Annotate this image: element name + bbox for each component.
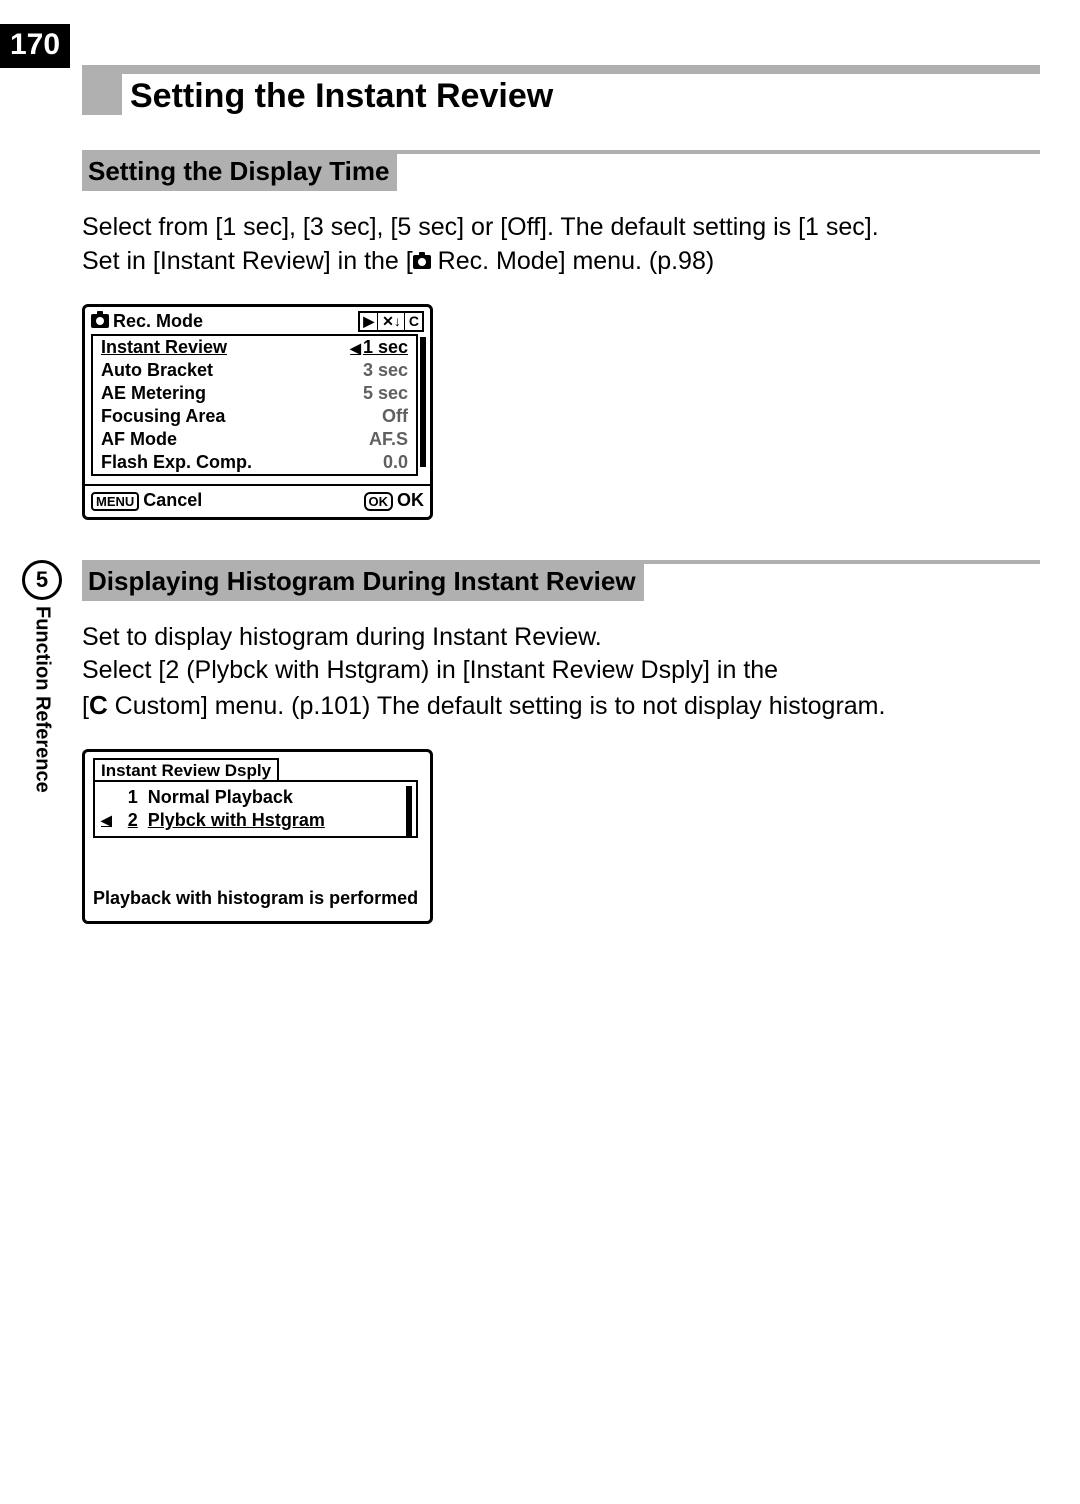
section-heading-text: Setting the Display Time [82,154,397,191]
playback-icon: ▶ [360,313,378,330]
row-label: Auto Bracket [101,360,213,381]
menu-header: Rec. Mode [91,311,203,332]
left-arrow-icon: ◀ [101,812,112,829]
cancel-label: Cancel [143,490,202,510]
section-heading-text: Displaying Histogram During Instant Revi… [82,564,644,601]
menu-tab-icons: ▶ ✕↓ C [358,311,424,332]
ok-button-icon[interactable]: OK [364,492,394,511]
row-label: Flash Exp. Comp. [101,452,252,473]
row-value: 1 sec [363,337,408,357]
menu-row-focusing-area[interactable]: Focusing Area Off [93,405,416,428]
body-line-2b: Rec. Mode] menu. (p.98) [431,247,714,275]
section-2-body: Set to display histogram during Instant … [82,621,1040,724]
scrollbar[interactable] [420,337,426,467]
title-bar: Setting the Instant Review [82,65,1040,115]
custom-row-plybck-hstgram[interactable]: ◀ 2 Plybck with Hstgram [95,809,416,832]
camera-icon [413,255,431,269]
menu-row-auto-bracket[interactable]: Auto Bracket 3 sec [93,359,416,382]
menu-button-icon[interactable]: MENU [91,492,139,511]
rec-mode-menu: Rec. Mode ▶ ✕↓ C Instant Review ◀1 sec A… [82,304,433,520]
chapter-label: Function Reference [31,606,54,793]
section-1-body: Select from [1 sec], [3 sec], [5 sec] or… [82,211,1040,279]
title-decoration [82,65,122,115]
row-value: 5 sec [363,383,408,404]
custom-menu-tab: Instant Review Dsply [93,758,279,782]
tools-icon: ✕↓ [379,313,405,330]
section-2-heading: Displaying Histogram During Instant Revi… [82,560,1040,601]
body-line-1: Set to display histogram during Instant … [82,623,602,651]
scrollbar[interactable] [406,786,412,838]
custom-menu-description: Playback with histogram is performed [85,848,430,914]
row-label: Focusing Area [101,406,225,427]
body-line-3b: Custom] menu. (p.101) The default settin… [108,692,886,720]
page-title: Setting the Instant Review [122,74,1040,115]
custom-menu-list: ◀ 1 Normal Playback ◀ 2 Plybck with Hstg… [93,780,418,838]
row-value: AF.S [369,429,408,450]
page-number: 170 [0,24,70,68]
menu-footer: MENUCancel OKOK [85,484,430,517]
side-tab: 5 Function Reference [22,560,62,793]
row-label: AF Mode [101,429,177,450]
body-line-1: Select from [1 sec], [3 sec], [5 sec] or… [82,213,879,241]
row-label: Instant Review [101,337,227,358]
row-value: 3 sec [363,360,408,381]
camera-icon [91,314,109,328]
custom-row-normal-playback[interactable]: ◀ 1 Normal Playback [95,786,416,809]
section-1-heading: Setting the Display Time [82,150,1040,191]
left-arrow-icon: ◀ [350,340,361,356]
menu-row-flash-exp-comp[interactable]: Flash Exp. Comp. 0.0 [93,451,416,474]
ok-label: OK [397,490,424,510]
row-value: 0.0 [383,452,408,473]
menu-row-instant-review[interactable]: Instant Review ◀1 sec [93,336,416,359]
body-line-3a: [ [82,692,89,720]
custom-icon: C [406,313,422,330]
row-label: Normal Playback [148,787,293,808]
row-label: Plybck with Hstgram [148,810,325,831]
chapter-number-circle: 5 [22,560,62,600]
menu-row-af-mode[interactable]: AF Mode AF.S [93,428,416,451]
menu-list: Instant Review ◀1 sec Auto Bracket 3 sec… [91,334,418,476]
title-strip [122,65,1040,74]
row-label: AE Metering [101,383,206,404]
menu-row-ae-metering[interactable]: AE Metering 5 sec [93,382,416,405]
row-num: 1 [114,787,138,808]
row-value: Off [382,406,408,427]
body-line-2: Select [2 (Plybck with Hstgram) in [Inst… [82,656,778,684]
custom-menu: Instant Review Dsply ◀ 1 Normal Playback… [82,749,433,925]
page-content: Setting the Instant Review Setting the D… [82,0,1040,924]
row-num: 2 [114,810,138,831]
body-line-2a: Set in [Instant Review] in the [ [82,247,413,275]
custom-c-icon: C [89,690,108,720]
menu-header-text: Rec. Mode [113,311,203,332]
